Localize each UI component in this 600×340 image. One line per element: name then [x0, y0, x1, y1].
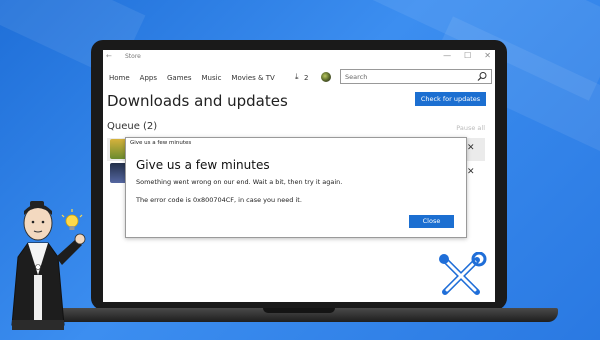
app-title: Store [125, 53, 141, 60]
back-arrow-icon[interactable]: ← [106, 52, 112, 60]
pause-all-button[interactable]: Pause all [456, 124, 485, 132]
avatar[interactable] [321, 72, 331, 82]
page-title: Downloads and updates [107, 92, 288, 110]
error-dialog: Give us a few minutes Give us a few minu… [125, 137, 467, 238]
dialog-error-code: The error code is 0x800704CF, in case yo… [136, 196, 302, 204]
samurai-mascot [11, 201, 86, 330]
dialog-message: Something went wrong on our end. Wait a … [136, 178, 343, 186]
tools-icon [439, 252, 487, 295]
search-icon[interactable] [476, 71, 488, 82]
title-bar: ← Store — ☐ ✕ [103, 50, 495, 64]
nav-item-apps[interactable]: Apps [140, 74, 157, 82]
minimize-button[interactable]: — [443, 51, 451, 60]
window-controls: — ☐ ✕ [443, 51, 491, 60]
nav-item-music[interactable]: Music [202, 74, 222, 82]
close-window-button[interactable]: ✕ [484, 51, 491, 60]
nav-item-games[interactable]: Games [167, 74, 192, 82]
nav-item-movies-tv[interactable]: Movies & TV [231, 74, 274, 82]
check-for-updates-button[interactable]: Check for updates [415, 92, 486, 106]
maximize-button[interactable]: ☐ [464, 51, 471, 60]
download-icon[interactable]: ⤓ [295, 72, 299, 82]
downloads-count[interactable]: 2 [304, 74, 308, 82]
search-input[interactable]: Search [340, 69, 492, 84]
lightbulb-icon [61, 209, 83, 230]
laptop-notch [263, 308, 335, 313]
dialog-titlebar: Give us a few minutes [130, 140, 192, 146]
queue-heading: Queue (2) [107, 121, 158, 132]
close-icon[interactable]: ✕ [467, 143, 475, 153]
dialog-heading: Give us a few minutes [136, 158, 270, 172]
nav-item-home[interactable]: Home [109, 74, 130, 82]
close-icon[interactable]: ✕ [467, 167, 475, 177]
nav-bar: Home Apps Games Music Movies & TV [109, 74, 275, 82]
dialog-close-button[interactable]: Close [409, 215, 454, 228]
search-placeholder: Search [345, 73, 368, 81]
